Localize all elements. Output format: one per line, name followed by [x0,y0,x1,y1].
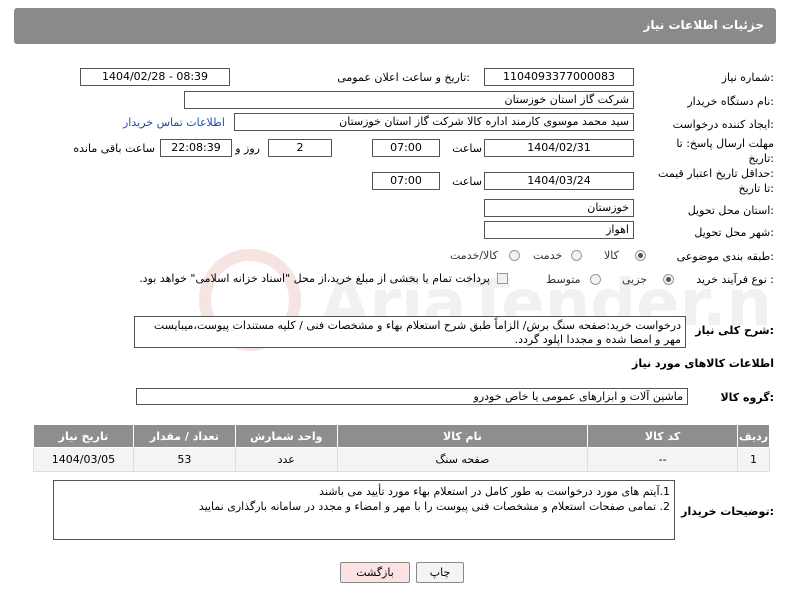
need-number-label: شماره نیاز: [721,71,774,84]
min-price-date-field: 1404/03/24 [484,172,634,190]
category-option-service: خدمت [533,249,563,262]
col-unit: واحد شمارش [234,424,338,448]
description-label: شرح کلی نیاز: [695,324,774,337]
goods-group-label: گروه کالا: [720,391,774,404]
table-row: 1404/03/05 53 عدد صفحه سنگ -- 1 [33,447,771,472]
need-number-field: 1104093377000083 [484,68,634,86]
process-radio-medium[interactable] [590,274,601,285]
province-label: استان محل تحویل: [687,204,774,217]
treasury-payment-note: پرداخت تمام یا بخشی از مبلغ خرید،از محل … [139,272,490,285]
requester-field: سید محمد موسوی کارمند اداره کالا شرکت گا… [234,113,634,131]
cell-quantity: 53 [132,447,236,472]
announce-label: تاریخ و ساعت اعلان عمومی: [337,71,470,84]
process-label: نوع فرآیند خرید : [696,273,774,286]
remaining-label: ساعت باقی مانده [73,142,155,155]
panel-header: جزئیات اطلاعات نیاز [14,8,776,44]
goods-table: تاریخ نیاز تعداد / مقدار واحد شمارش نام … [33,424,771,472]
buyer-notes-textarea[interactable]: 1.آیتم های مورد درخواست به طور کامل در ا… [53,480,675,540]
col-quantity: تعداد / مقدار [132,424,236,448]
col-row: ردیف [736,424,771,448]
deadline-date-field: 1404/02/31 [484,139,634,157]
requester-label: ایجاد کننده درخواست: [672,118,774,131]
deadline-label: مهلت ارسال پاسخ: تا [676,137,774,150]
min-price-label: حداقل تاریخ اعتبار قیمت: [658,167,774,180]
days-count-field: 2 [268,139,332,157]
cell-goods-code: -- [587,447,738,472]
goods-section-title: اطلاعات کالاهای مورد نیاز [632,357,774,370]
category-label: طبقه بندی موضوعی: [676,250,774,263]
print-button[interactable]: چاپ [416,562,464,583]
col-goods-code: کد کالا [587,424,738,448]
announce-field: 1404/02/28 - 08:39 [80,68,230,86]
deadline-label-date: تاریخ: [748,152,774,165]
cell-need-date: 1404/03/05 [33,447,134,472]
buyer-notes-line-1: 1.آیتم های مورد درخواست به طور کامل در ا… [319,485,670,498]
buyer-notes-label: توضیحات خریدار: [681,505,774,518]
deadline-time-field: 07:00 [372,139,440,157]
deadline-time-label: ساعت [452,142,482,155]
category-option-goods: کالا [604,249,619,262]
category-option-goods-service: کالا/خدمت [450,249,498,262]
process-radio-minor[interactable] [663,274,674,285]
remaining-time-field: 22:08:39 [160,139,232,157]
page-title: جزئیات اطلاعات نیاز [643,18,764,32]
buyer-org-label: نام دستگاه خریدار: [687,95,774,108]
buyer-notes-line-2: 2. تمامی صفحات استعلام و مشخصات فنی پیوس… [198,500,670,513]
category-radio-goods[interactable] [635,250,646,261]
description-textarea[interactable]: درخواست خرید:صفحه سنگ برش/ الزاماً طبق ش… [134,316,686,348]
col-need-date: تاریخ نیاز [33,424,134,448]
col-goods-name: نام کالا [336,424,589,448]
cell-goods-name: صفحه سنگ [336,447,589,472]
process-option-minor: جزیی [622,273,648,286]
city-field: اهواز [484,221,634,239]
buyer-org-field: شرکت گاز استان خوزستان [184,91,634,109]
contact-info-link[interactable]: اطلاعات تماس خریدار [123,116,225,129]
cell-unit: عدد [234,447,338,472]
treasury-payment-checkbox[interactable] [497,273,508,284]
min-price-label-date: تا تاریخ: [738,182,774,195]
city-label: شهر محل تحویل: [694,226,774,239]
back-button[interactable]: بازگشت [340,562,410,583]
category-radio-goods-service[interactable] [509,250,520,261]
province-field: خوزستان [484,199,634,217]
category-radio-service[interactable] [571,250,582,261]
days-label: روز و [235,142,260,155]
min-price-time-label: ساعت [452,175,482,188]
min-price-time-field: 07:00 [372,172,440,190]
cell-row: 1 [736,447,771,472]
goods-group-field: ماشین آلات و ابزارهای عمومی یا خاص خودرو [136,388,688,405]
process-option-medium: متوسط [546,273,581,286]
